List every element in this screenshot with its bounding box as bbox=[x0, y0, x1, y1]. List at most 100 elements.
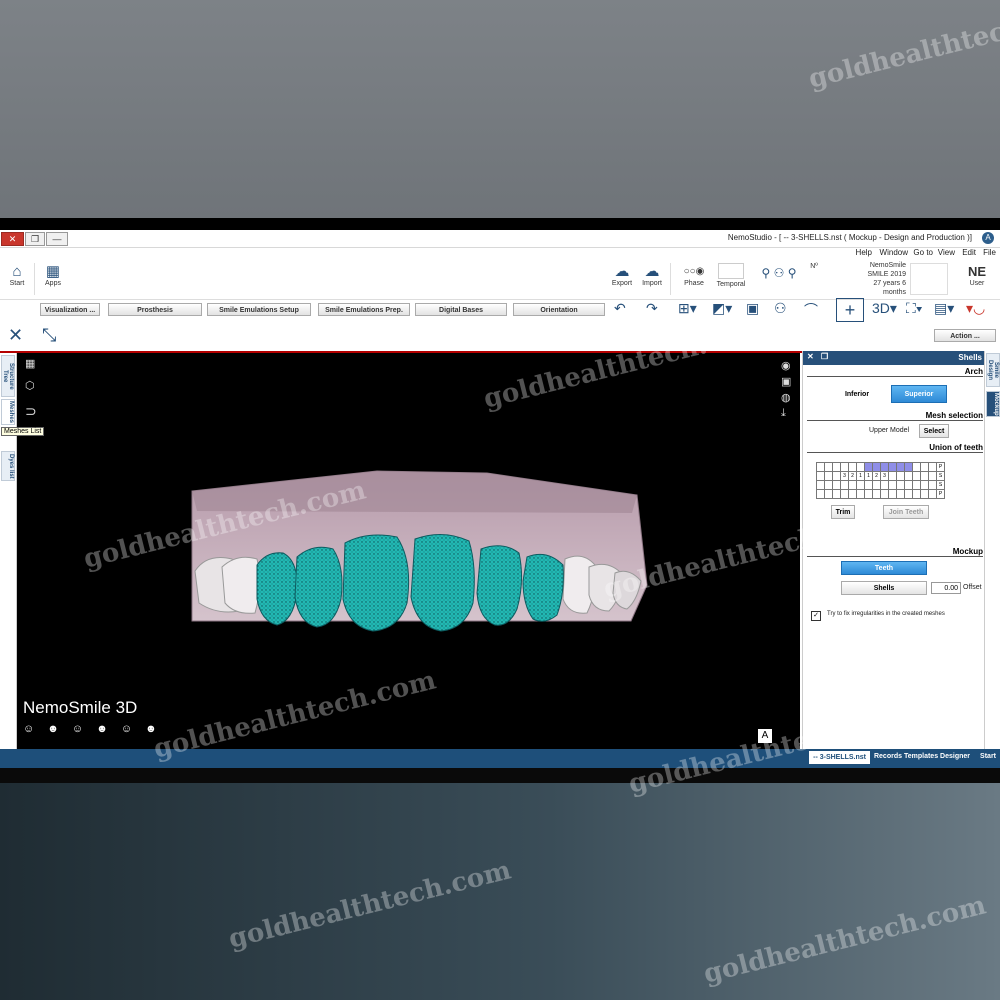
panel-undock-icon[interactable]: ❐ bbox=[821, 352, 828, 361]
grid-cell[interactable] bbox=[888, 471, 897, 481]
menu-help[interactable]: Help bbox=[856, 248, 872, 257]
grid-cell[interactable] bbox=[928, 471, 937, 481]
trim-button[interactable]: Trim bbox=[831, 505, 855, 519]
menu-file[interactable]: File bbox=[983, 248, 996, 257]
grid-cell[interactable] bbox=[832, 462, 841, 472]
grid-cell[interactable] bbox=[816, 471, 825, 481]
grid-cell[interactable] bbox=[872, 489, 881, 499]
grid-cell[interactable] bbox=[856, 480, 865, 490]
grid-cell[interactable] bbox=[920, 480, 929, 490]
grid-cell[interactable] bbox=[840, 489, 849, 499]
minimize-window-button[interactable]: — bbox=[46, 232, 68, 246]
teeth-button[interactable]: Teeth bbox=[841, 561, 927, 575]
tab-structure-tree[interactable]: Structure Tree bbox=[1, 355, 15, 397]
grid-cell[interactable] bbox=[848, 489, 857, 499]
grid-cell[interactable] bbox=[888, 480, 897, 490]
grid-cell[interactable] bbox=[848, 462, 857, 472]
grid-cell-selected[interactable] bbox=[864, 462, 873, 472]
patient-photo[interactable] bbox=[910, 263, 948, 295]
grid-cell-selected[interactable] bbox=[880, 462, 889, 472]
tab-dyes-list[interactable]: Dyes list bbox=[1, 451, 15, 481]
grid-cell[interactable] bbox=[920, 471, 929, 481]
grid-cell[interactable] bbox=[904, 480, 913, 490]
face-profile-icon[interactable]: ⚇ bbox=[774, 300, 787, 317]
bottom-tab-templates-designer[interactable]: Templates Designer bbox=[904, 753, 970, 760]
grid-cell[interactable] bbox=[856, 462, 865, 472]
image-icon[interactable]: ▣ bbox=[746, 300, 759, 317]
3d-view-icon[interactable]: 3D▾ bbox=[872, 300, 897, 317]
layout-grid-icon[interactable]: ⊞▾ bbox=[678, 300, 697, 317]
grid-cell[interactable] bbox=[920, 489, 929, 499]
grid-cell[interactable] bbox=[912, 462, 921, 472]
grid-cell[interactable]: 2 bbox=[848, 471, 857, 481]
apps-button[interactable]: ▦ Apps bbox=[40, 263, 66, 287]
menu-window[interactable]: Window bbox=[880, 248, 908, 257]
menu-edit[interactable]: Edit bbox=[962, 248, 976, 257]
tab-orientation[interactable]: Orientation bbox=[513, 303, 605, 316]
bottom-tab-start[interactable]: Start bbox=[980, 753, 996, 760]
grid-cell[interactable] bbox=[832, 480, 841, 490]
grid-cell[interactable] bbox=[816, 480, 825, 490]
add-icon[interactable]: + bbox=[836, 298, 864, 322]
menu-go-to[interactable]: Go to bbox=[913, 248, 933, 257]
tab-visualization[interactable]: Visualization ... bbox=[40, 303, 100, 316]
grid-cell[interactable] bbox=[824, 471, 833, 481]
offset-input[interactable]: 0.00 bbox=[931, 582, 961, 594]
grid-cell-selected[interactable] bbox=[904, 462, 913, 472]
model-view-icon[interactable]: ◩▾ bbox=[712, 300, 732, 317]
join-teeth-button[interactable]: Join Teeth bbox=[883, 505, 929, 519]
grid-cell[interactable] bbox=[832, 471, 841, 481]
save-icon[interactable]: ▤▾ bbox=[934, 300, 954, 317]
grid-cell-selected[interactable] bbox=[872, 462, 881, 472]
tab-meshes[interactable]: Meshes bbox=[1, 399, 15, 425]
smile-lips-icon[interactable]: ▾◡ bbox=[966, 300, 985, 317]
redo-icon[interactable]: ↷ bbox=[646, 300, 658, 317]
grid-cell[interactable] bbox=[928, 489, 937, 499]
superior-button[interactable]: Superior bbox=[891, 385, 947, 403]
grid-cell[interactable]: 2 bbox=[872, 471, 881, 481]
grid-cell[interactable] bbox=[896, 489, 905, 499]
close-icon[interactable]: ✕ bbox=[8, 325, 23, 346]
grid-cell-selected[interactable] bbox=[896, 462, 905, 472]
phase-selector[interactable]: ○○◉ Phase bbox=[674, 263, 714, 287]
search-tools[interactable]: ⚲ ⚇ ⚲ bbox=[756, 265, 802, 282]
grid-cell[interactable]: 3 bbox=[840, 471, 849, 481]
grid-cell[interactable] bbox=[832, 489, 841, 499]
fit-view-icon[interactable]: ⛶▾ bbox=[906, 300, 923, 317]
import-button[interactable]: ☁ Import bbox=[638, 263, 666, 287]
tab-smile-emulations-setup[interactable]: Smile Emulations Setup bbox=[207, 303, 311, 316]
grid-cell-selected[interactable] bbox=[888, 462, 897, 472]
grid-cell[interactable] bbox=[816, 489, 825, 499]
maximize-window-button[interactable]: ❐ bbox=[25, 232, 45, 246]
grid-cell[interactable] bbox=[888, 489, 897, 499]
grid-cell[interactable] bbox=[864, 489, 873, 499]
grid-cell[interactable] bbox=[912, 471, 921, 481]
grid-cell[interactable]: 3 bbox=[880, 471, 889, 481]
grid-cell[interactable] bbox=[928, 462, 937, 472]
select-button[interactable]: Select bbox=[919, 424, 949, 438]
grid-cell[interactable] bbox=[920, 462, 929, 472]
tab-prosthesis[interactable]: Prosthesis bbox=[108, 303, 202, 316]
close-window-button[interactable]: ✕ bbox=[1, 232, 24, 246]
grid-cell[interactable] bbox=[824, 462, 833, 472]
temporal-selector[interactable]: Temporal bbox=[716, 263, 746, 288]
grid-cell[interactable] bbox=[856, 489, 865, 499]
bottom-tab-records[interactable]: Records bbox=[874, 753, 902, 760]
face-view-presets[interactable]: ☺ ☻ ☺ ☻ ☺ ☻ bbox=[23, 723, 162, 735]
3d-viewport[interactable]: ▦ ⬡ ⊃ ◉ ▣ ◍ ⤓ NemoSmile 3D ☺ ☻ ☺ ☻ ☺ ☻ A bbox=[17, 353, 800, 749]
grid-cell[interactable] bbox=[840, 480, 849, 490]
grid-cell[interactable] bbox=[904, 471, 913, 481]
grid-cell[interactable] bbox=[816, 462, 825, 472]
grid-cell[interactable] bbox=[880, 480, 889, 490]
grid-cell[interactable] bbox=[872, 480, 881, 490]
panel-close-icon[interactable]: ✕ bbox=[807, 352, 814, 361]
menu-view[interactable]: View bbox=[938, 248, 955, 257]
bottom-tab-shells-file[interactable]: -- 3-SHELLS.nst bbox=[809, 751, 870, 764]
inferior-button[interactable]: Inferior bbox=[829, 385, 885, 403]
grid-cell[interactable] bbox=[840, 462, 849, 472]
jaw-icon[interactable]: ⌒ bbox=[804, 300, 818, 320]
expand-arrows-icon[interactable]: ⤡ bbox=[42, 325, 56, 346]
grid-cell[interactable] bbox=[824, 489, 833, 499]
grid-cell[interactable] bbox=[904, 489, 913, 499]
start-button[interactable]: ⌂ Start bbox=[4, 263, 30, 287]
